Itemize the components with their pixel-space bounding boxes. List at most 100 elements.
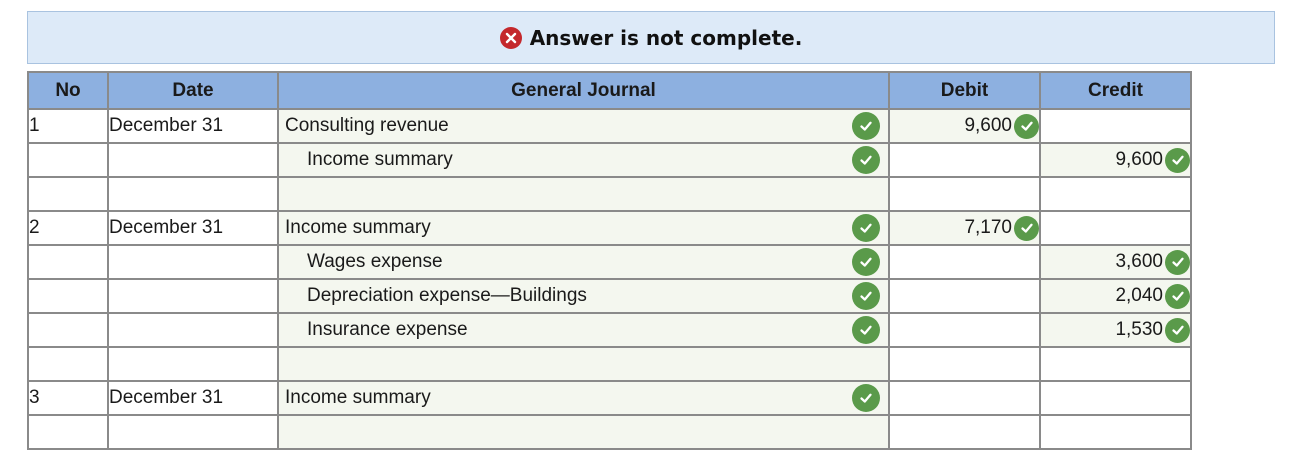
check-circle-icon xyxy=(1165,283,1190,309)
credit-amount: 2,040 xyxy=(1115,285,1163,306)
entry-number xyxy=(27,346,109,382)
credit-field[interactable]: 9,600 xyxy=(1039,142,1192,178)
table-row: 2 December 31 Income summary 7,170 xyxy=(27,210,1192,246)
account-name xyxy=(279,421,285,442)
credit-field[interactable] xyxy=(1039,380,1192,416)
debit-amount-wrapper: 7,170 xyxy=(964,215,1039,241)
account-name xyxy=(279,353,285,374)
debit-field[interactable] xyxy=(888,380,1041,416)
entry-number xyxy=(27,176,109,212)
account-field[interactable] xyxy=(277,414,890,450)
answer-status-banner: Answer is not complete. xyxy=(27,11,1275,64)
entry-date[interactable] xyxy=(107,142,279,178)
table-row xyxy=(27,414,1192,450)
table-row: Wages expense 3,600 xyxy=(27,244,1192,280)
account-field[interactable]: Income summary xyxy=(277,142,890,178)
credit-amount: 3,600 xyxy=(1115,251,1163,272)
debit-field[interactable] xyxy=(888,414,1041,450)
entry-number xyxy=(27,278,109,314)
account-field[interactable] xyxy=(277,346,890,382)
account-name: Income summary xyxy=(285,387,431,408)
check-circle-icon xyxy=(852,316,880,344)
account-name: Wages expense xyxy=(307,251,443,272)
check-circle-icon xyxy=(1165,317,1190,343)
entry-date[interactable]: December 31 xyxy=(107,108,279,144)
table-row: Insurance expense 1,530 xyxy=(27,312,1192,348)
table-row: Income summary 9,600 xyxy=(27,142,1192,178)
credit-field[interactable] xyxy=(1039,346,1192,382)
account-name: Depreciation expense—Buildings xyxy=(307,285,587,306)
entry-date[interactable]: December 31 xyxy=(107,380,279,416)
debit-field[interactable] xyxy=(888,244,1041,280)
entry-number: 1 xyxy=(27,108,109,144)
column-header-no: No xyxy=(27,71,109,110)
check-circle-icon xyxy=(852,248,880,276)
check-circle-icon xyxy=(1014,215,1039,241)
credit-amount-wrapper: 3,600 xyxy=(1115,249,1190,275)
check-circle-icon xyxy=(852,112,880,140)
column-header-date: Date xyxy=(107,71,279,110)
credit-field[interactable]: 3,600 xyxy=(1039,244,1192,280)
account-field[interactable]: Depreciation expense—Buildings xyxy=(277,278,890,314)
table-row: 1 December 31 Consulting revenue 9,600 xyxy=(27,108,1192,144)
entry-date[interactable] xyxy=(107,312,279,348)
credit-field[interactable] xyxy=(1039,108,1192,144)
check-circle-icon xyxy=(852,384,880,412)
credit-field[interactable]: 2,040 xyxy=(1039,278,1192,314)
credit-amount-wrapper: 9,600 xyxy=(1115,147,1190,173)
account-field[interactable]: Income summary xyxy=(277,210,890,246)
debit-field[interactable] xyxy=(888,278,1041,314)
credit-amount-wrapper: 2,040 xyxy=(1115,283,1190,309)
table-row: Depreciation expense—Buildings 2,040 xyxy=(27,278,1192,314)
column-header-credit: Credit xyxy=(1039,71,1192,110)
entry-number xyxy=(27,414,109,450)
entry-date[interactable] xyxy=(107,414,279,450)
check-circle-icon xyxy=(1014,113,1039,139)
table-row xyxy=(27,176,1192,212)
column-header-debit: Debit xyxy=(888,71,1041,110)
entry-date[interactable] xyxy=(107,346,279,382)
debit-field[interactable] xyxy=(888,176,1041,212)
account-field[interactable] xyxy=(277,176,890,212)
entry-date[interactable] xyxy=(107,278,279,314)
debit-amount: 9,600 xyxy=(964,115,1012,136)
account-name: Income summary xyxy=(285,217,431,238)
credit-field[interactable] xyxy=(1039,176,1192,212)
entry-date[interactable] xyxy=(107,176,279,212)
account-field[interactable]: Wages expense xyxy=(277,244,890,280)
credit-field[interactable] xyxy=(1039,414,1192,450)
account-field[interactable]: Insurance expense xyxy=(277,312,890,348)
check-circle-icon xyxy=(852,282,880,310)
table-header-row: No Date General Journal Debit Credit xyxy=(27,71,1192,110)
answer-status-text: Answer is not complete. xyxy=(529,25,803,50)
entry-number xyxy=(27,244,109,280)
debit-field[interactable] xyxy=(888,142,1041,178)
check-circle-icon xyxy=(852,214,880,242)
credit-field[interactable] xyxy=(1039,210,1192,246)
debit-amount: 7,170 xyxy=(964,217,1012,238)
credit-amount: 1,530 xyxy=(1115,319,1163,340)
entry-date[interactable]: December 31 xyxy=(107,210,279,246)
debit-field[interactable]: 7,170 xyxy=(888,210,1041,246)
account-name: Consulting revenue xyxy=(285,115,449,136)
entry-number: 2 xyxy=(27,210,109,246)
credit-amount-wrapper: 1,530 xyxy=(1115,317,1190,343)
check-circle-icon xyxy=(1165,147,1190,173)
account-name: Insurance expense xyxy=(307,319,468,340)
x-circle-icon xyxy=(499,26,522,49)
check-circle-icon xyxy=(852,146,880,174)
credit-amount: 9,600 xyxy=(1115,149,1163,170)
table-row xyxy=(27,346,1192,382)
account-field[interactable]: Consulting revenue xyxy=(277,108,890,144)
debit-amount-wrapper: 9,600 xyxy=(964,113,1039,139)
debit-field[interactable] xyxy=(888,346,1041,382)
credit-field[interactable]: 1,530 xyxy=(1039,312,1192,348)
column-header-general-journal: General Journal xyxy=(277,71,890,110)
account-name: Income summary xyxy=(307,149,453,170)
general-journal-table: No Date General Journal Debit Credit 1 De… xyxy=(27,71,1192,450)
entry-number xyxy=(27,142,109,178)
account-field[interactable]: Income summary xyxy=(277,380,890,416)
debit-field[interactable]: 9,600 xyxy=(888,108,1041,144)
entry-date[interactable] xyxy=(107,244,279,280)
debit-field[interactable] xyxy=(888,312,1041,348)
